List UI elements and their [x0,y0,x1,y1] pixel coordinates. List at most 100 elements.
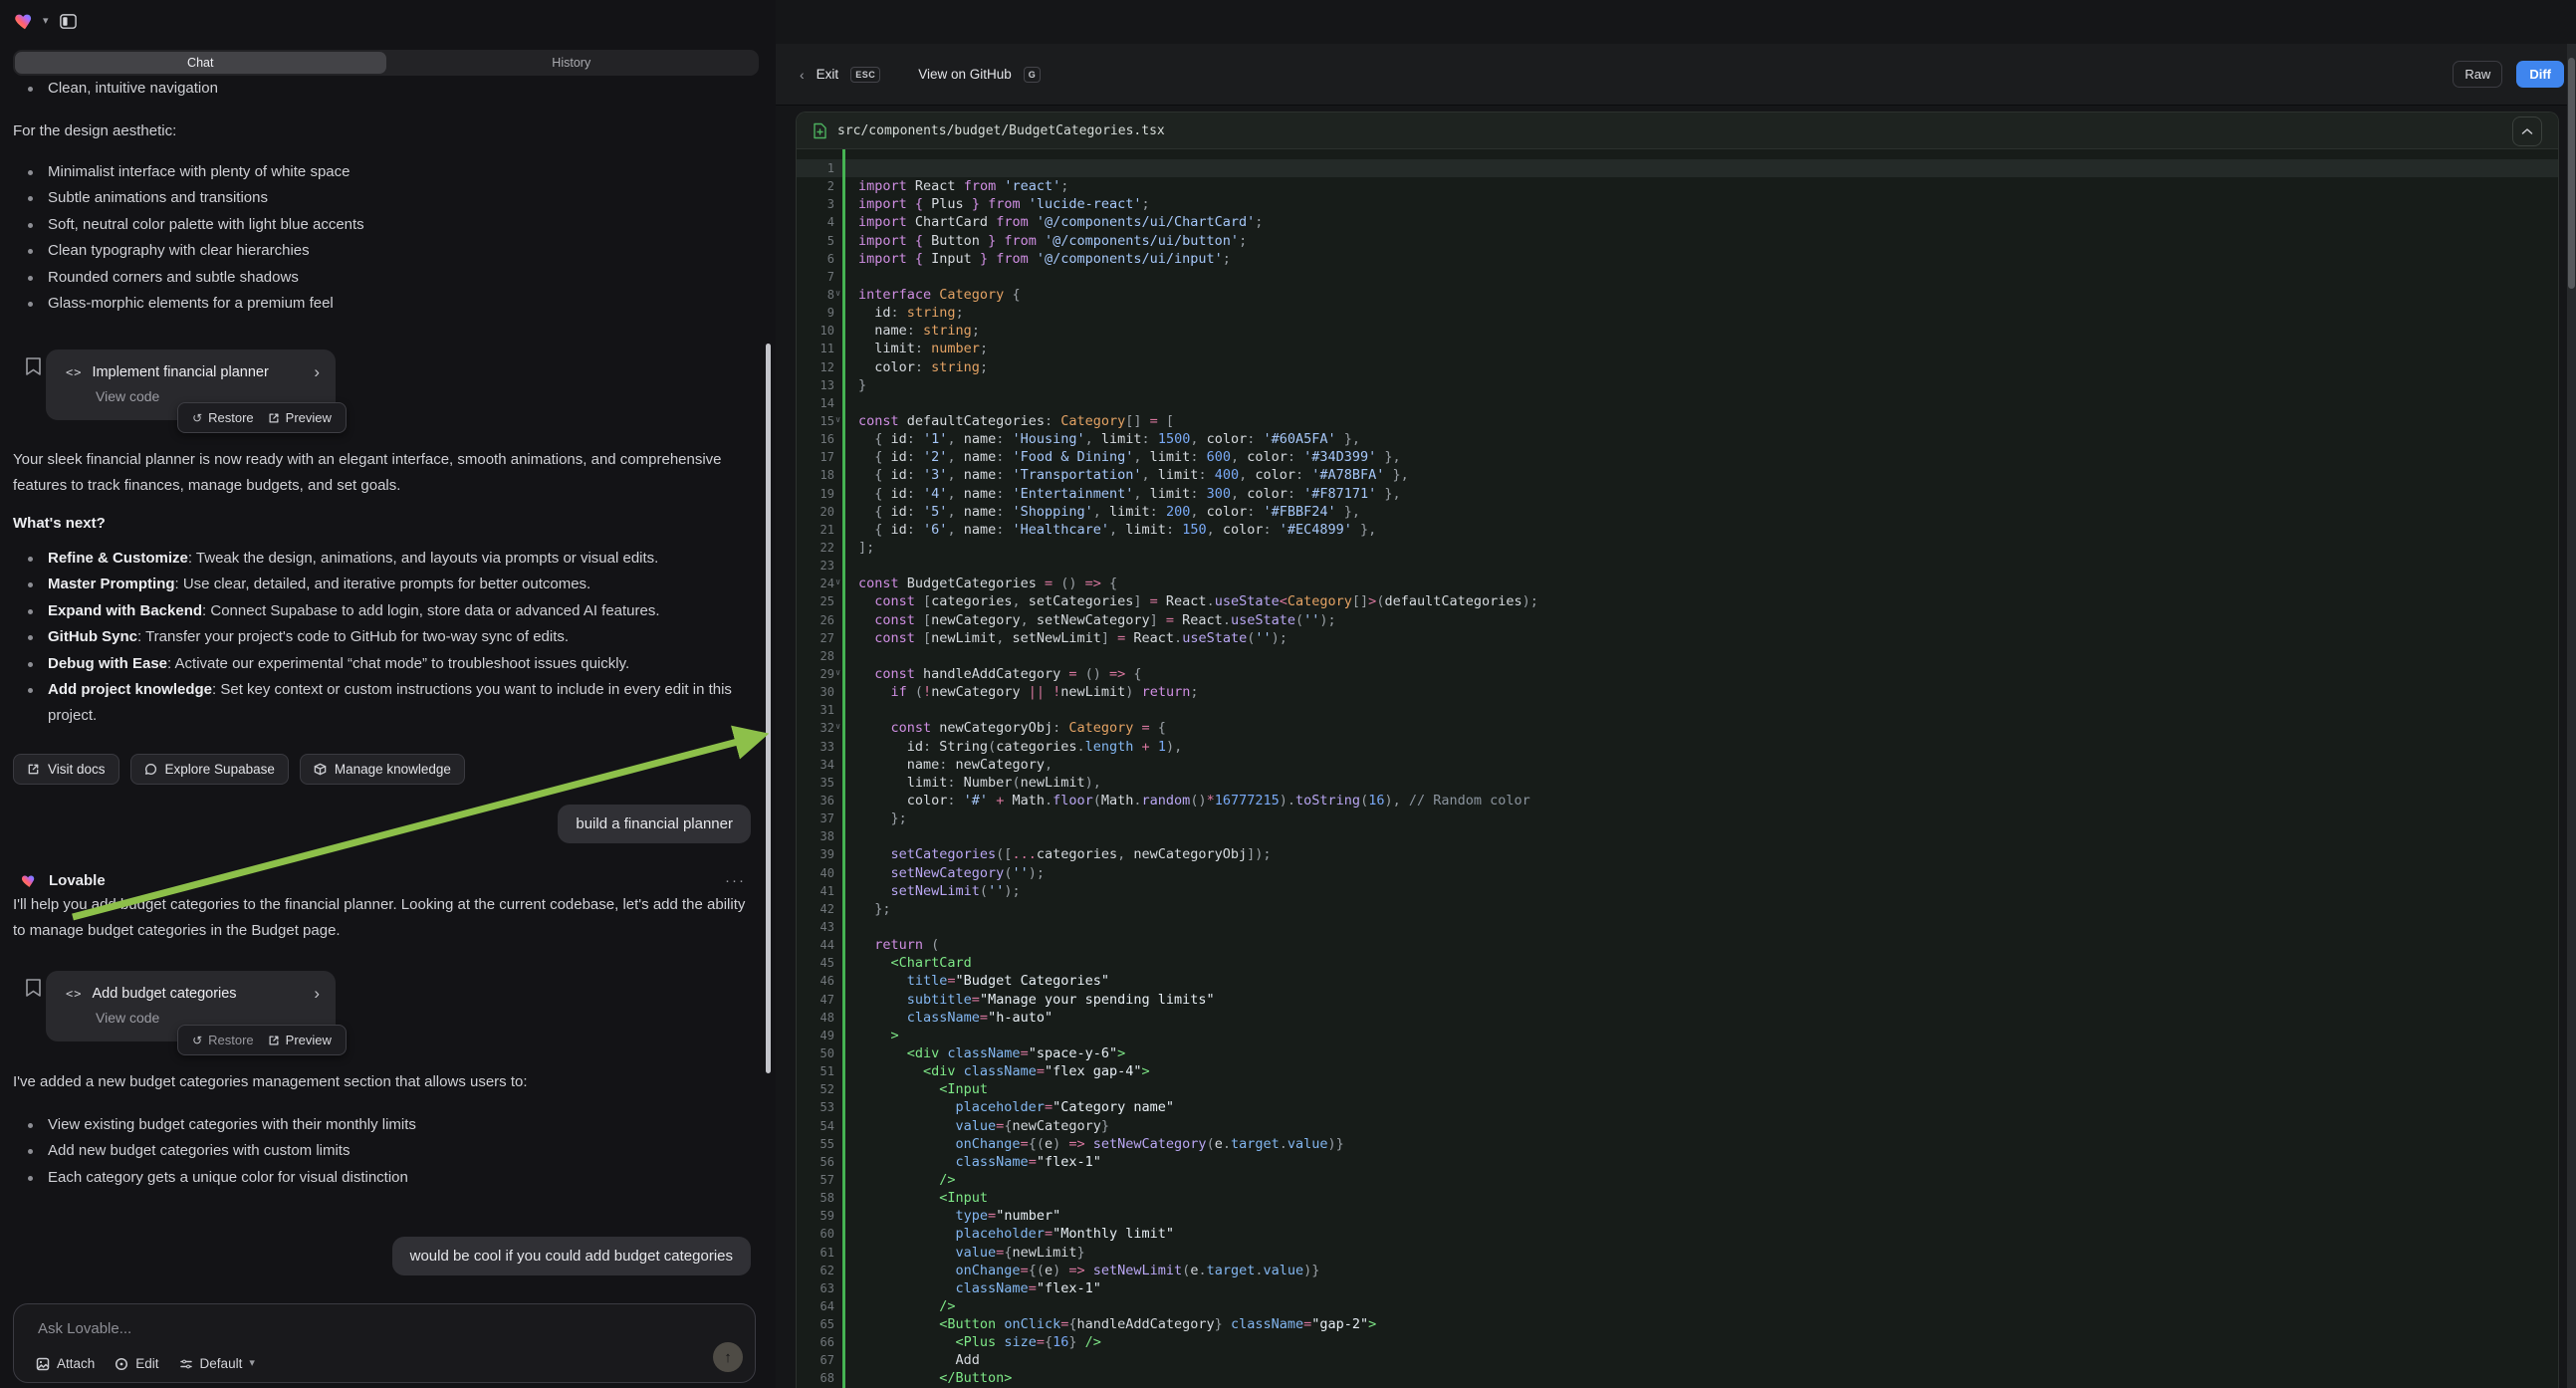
code-line: 14 [797,394,2558,412]
list-item: Minimalist interface with plenty of whit… [13,159,755,185]
prompt-input-box[interactable]: Ask Lovable... Attach Edit Default▾ ↑ [13,1303,756,1383]
file-diff-card: src/components/budget/BudgetCategories.t… [796,112,2559,1388]
code-line: 50 <div className="space-y-6"> [797,1044,2558,1062]
fold-chevron-icon[interactable]: ∨ [835,722,840,732]
fold-chevron-icon[interactable]: ∨ [835,415,840,425]
package-icon [314,763,327,776]
arrow-up-icon: ↑ [724,1349,732,1366]
visit-docs-button[interactable]: Visit docs [13,754,119,785]
code-scrollbar-track[interactable] [2567,44,2576,1388]
fold-chevron-icon[interactable]: ∨ [835,578,840,587]
list-item: Refine & Customize: Tweak the design, an… [13,546,755,572]
exit-button[interactable]: Exit [817,67,839,82]
code-line: 38 [797,827,2558,845]
list-item: Clean typography with clear hierarchies [13,238,755,264]
code-line: 18 { id: '3', name: 'Transportation', li… [797,466,2558,484]
restore-button[interactable]: ↺Restore [192,1033,254,1047]
preview-button[interactable]: Preview [268,1033,332,1047]
code-line: 64 /> [797,1297,2558,1315]
lovable-heart-icon [21,872,38,889]
code-line: 24∨const BudgetCategories = () => { [797,575,2558,592]
code-line: 53 placeholder="Category name" [797,1098,2558,1116]
chevron-right-icon[interactable]: › [314,362,320,382]
code-line: 62 onChange={(e) => setNewLimit(e.target… [797,1262,2558,1279]
code-toolbar: ‹ Exit ESC View on GitHub G Raw Diff [776,44,2576,106]
list-item: Each category gets a unique color for vi… [13,1165,755,1191]
list-item: Debug with Ease: Activate our experiment… [13,651,755,677]
user-message-bubble: would be cool if you could add budget ca… [392,1237,751,1275]
view-code-link[interactable]: View code [96,1010,336,1026]
list-item: GitHub Sync: Transfer your project's cod… [13,624,755,650]
code-line: 59 type="number" [797,1207,2558,1225]
raw-toggle-button[interactable]: Raw [2453,61,2502,88]
code-panel: ‹ Exit ESC View on GitHub G Raw Diff src… [776,0,2576,1388]
whats-next-list: Refine & Customize: Tweak the design, an… [13,546,755,730]
code-line: 21 { id: '6', name: 'Healthcare', limit:… [797,521,2558,539]
code-line: 27 const [newLimit, setNewLimit] = React… [797,629,2558,647]
bookmark-icon[interactable] [25,356,42,376]
code-line: 41 setNewLimit(''); [797,882,2558,900]
explore-supabase-button[interactable]: Explore Supabase [130,754,289,785]
chevron-right-icon[interactable]: › [314,984,320,1004]
code-line: 35 limit: Number(newLimit), [797,774,2558,792]
view-on-github-button[interactable]: View on GitHub [918,67,1012,82]
fold-chevron-icon[interactable]: ∨ [835,289,840,299]
chevron-left-icon[interactable]: ‹ [800,68,805,82]
assistant-name: Lovable [49,872,714,889]
code-line: 8∨interface Category { [797,286,2558,304]
version-card-title: Implement financial planner [92,364,304,380]
message-menu-icon[interactable]: ··· [725,872,746,889]
tab-history[interactable]: History [386,52,758,74]
code-line: 3import { Plus } from 'lucide-react'; [797,195,2558,213]
list-item: Master Prompting: Use clear, detailed, a… [13,572,755,597]
code-line: 11 limit: number; [797,340,2558,357]
code-line: 63 className="flex-1" [797,1279,2558,1297]
quick-actions-row: Visit docs Explore Supabase Manage knowl… [13,754,465,785]
restore-preview-bar: ↺Restore Preview [177,1025,347,1055]
send-button[interactable]: ↑ [713,1342,743,1372]
external-link-icon [268,1035,280,1046]
list-item: Add project knowledge: Set key context o… [13,677,755,730]
restore-icon: ↺ [192,411,202,425]
code-line: 65 <Button onClick={handleAddCategory} c… [797,1315,2558,1333]
code-line: 4import ChartCard from '@/components/ui/… [797,213,2558,231]
manage-knowledge-button[interactable]: Manage knowledge [300,754,465,785]
code-line: 26 const [newCategory, setNewCategory] =… [797,611,2558,629]
code-line: 51 <div className="flex gap-4"> [797,1062,2558,1080]
fold-chevron-icon[interactable]: ∨ [835,668,840,678]
mode-select[interactable]: Default▾ [179,1356,255,1371]
code-line: 5import { Button } from '@/components/ui… [797,232,2558,250]
file-path: src/components/budget/BudgetCategories.t… [837,123,1165,138]
edit-button[interactable]: Edit [115,1356,158,1371]
code-line: 9 id: string; [797,304,2558,322]
diff-toggle-button[interactable]: Diff [2516,61,2564,88]
code-line: 48 className="h-auto" [797,1009,2558,1027]
code-line: 30 if (!newCategory || !newLimit) return… [797,683,2558,701]
list-item: Add new budget categories with custom li… [13,1138,755,1164]
code-line: 36 color: '#' + Math.floor(Math.random()… [797,792,2558,810]
preview-button[interactable]: Preview [268,410,332,425]
chat-scrollbar-thumb[interactable] [766,344,771,1073]
code-editor[interactable]: 12import React from 'react';3import { Pl… [797,149,2558,1388]
bookmark-icon[interactable] [25,978,42,998]
code-line: 19 { id: '4', name: 'Entertainment', lim… [797,485,2558,503]
chat-history-tabs: Chat History [13,50,759,76]
collapse-file-button[interactable] [2512,116,2542,146]
lovable-app-window: ▾ financial-future-creator ▾ ⚙ Supabase … [0,0,2576,1388]
code-line: 46 title="Budget Categories" [797,972,2558,990]
external-link-icon [268,412,280,424]
attach-button[interactable]: Attach [36,1356,95,1371]
diff-added-gutter-bar [842,149,845,1388]
tab-chat[interactable]: Chat [15,52,386,74]
version-card-title: Add budget categories [92,986,304,1002]
list-item: Rounded corners and subtle shadows [13,265,755,291]
code-line: 57 /> [797,1171,2558,1189]
file-header[interactable]: src/components/budget/BudgetCategories.t… [797,113,2558,149]
restore-button[interactable]: ↺Restore [192,410,254,425]
code-line: 16 { id: '1', name: 'Housing', limit: 15… [797,430,2558,448]
code-scrollbar-thumb[interactable] [2568,58,2575,289]
code-line: 49 > [797,1027,2558,1044]
external-link-icon [27,763,40,776]
code-line: 29∨ const handleAddCategory = () => { [797,665,2558,683]
code-line: 58 <Input [797,1189,2558,1207]
